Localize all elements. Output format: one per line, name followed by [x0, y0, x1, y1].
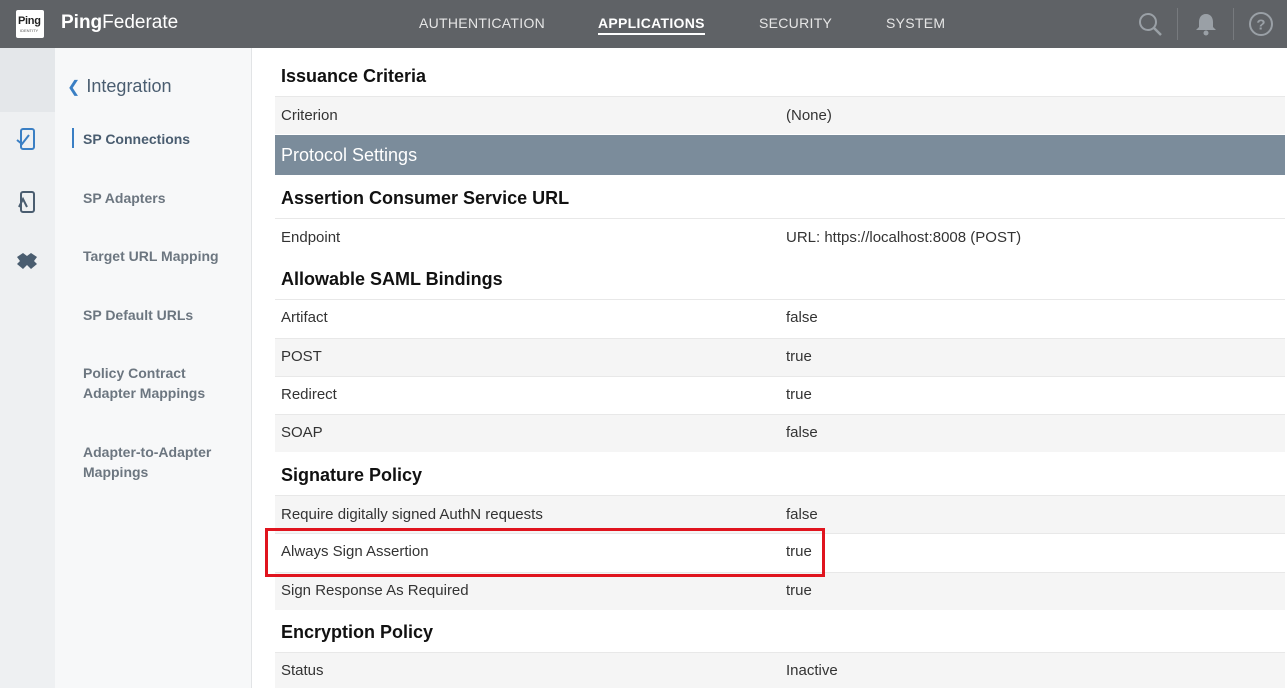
- row-key: Criterion: [281, 107, 338, 124]
- app-title: PingFederate: [61, 12, 178, 34]
- section-title-issuance-criteria: Issuance Criteria: [281, 66, 427, 86]
- row-value: URL: https://localhost:8008 (POST): [786, 229, 1022, 246]
- row-value: false: [786, 424, 818, 441]
- row-value: true: [786, 582, 812, 599]
- chevron-left-icon: ❮: [67, 79, 81, 96]
- table-row: SOAP false: [275, 414, 1285, 452]
- back-label: Integration: [86, 76, 172, 96]
- subnav-adapter-to-adapter-mappings[interactable]: Adapter-to-Adapter Mappings: [83, 442, 233, 482]
- integration-icon[interactable]: [14, 248, 40, 274]
- row-value: true: [786, 348, 812, 365]
- row-key: Require digitally signed AuthN requests: [281, 506, 543, 523]
- row-key: POST: [281, 348, 322, 365]
- highlight-box: [265, 528, 825, 577]
- row-key: Sign Response As Required: [281, 582, 469, 599]
- subnav-sp-connections[interactable]: SP Connections: [83, 129, 190, 149]
- table-row: POST true: [275, 338, 1285, 376]
- row-value: (None): [786, 107, 832, 124]
- applications-icon[interactable]: [14, 126, 40, 152]
- logo-text: Ping: [18, 15, 41, 27]
- row-key: Endpoint: [281, 229, 341, 246]
- subnav-target-url-mapping[interactable]: Target URL Mapping: [83, 246, 219, 266]
- section-header-protocol-settings: Protocol Settings: [275, 135, 1285, 175]
- back-to-integration[interactable]: ❮ Integration: [67, 76, 171, 97]
- table-row: Endpoint URL: https://localhost:8008 (PO…: [275, 218, 1285, 256]
- active-indicator: [72, 128, 74, 148]
- subnav-sp-adapters[interactable]: SP Adapters: [83, 188, 165, 208]
- bell-icon[interactable]: [1192, 10, 1220, 38]
- section-title-signature-policy: Signature Policy: [281, 465, 423, 485]
- topbar-divider: [1233, 8, 1234, 40]
- svg-text:?: ?: [1256, 17, 1265, 34]
- topbar-divider: [1177, 8, 1178, 40]
- row-key: Status: [281, 662, 324, 679]
- section-title-encryption-policy: Encryption Policy: [281, 622, 434, 642]
- table-row: Status Inactive: [275, 652, 1285, 688]
- table-row: Criterion (None): [275, 96, 1285, 134]
- section-title-allowable-saml-bindings: Allowable SAML Bindings: [281, 269, 503, 289]
- logo-subtext: IDENTITY: [20, 28, 39, 33]
- row-key: Redirect: [281, 386, 337, 403]
- nav-authentication[interactable]: AUTHENTICATION: [419, 15, 545, 31]
- connection-summary: Issuance Criteria Criterion (None) Proto…: [275, 48, 1285, 688]
- table-row: Sign Response As Required true: [275, 572, 1285, 610]
- subnav-policy-contract-adapter-mappings[interactable]: Policy Contract Adapter Mappings: [83, 363, 233, 403]
- row-value: false: [786, 506, 818, 523]
- rail-header: [0, 48, 55, 112]
- app-title-rest: Federate: [102, 12, 179, 33]
- nav-security[interactable]: SECURITY: [759, 15, 832, 31]
- ping-logo[interactable]: Ping IDENTITY: [16, 10, 44, 38]
- nav-system[interactable]: SYSTEM: [886, 15, 945, 31]
- search-icon[interactable]: [1136, 10, 1164, 38]
- table-row: Artifact false: [275, 299, 1285, 337]
- row-key: SOAP: [281, 424, 323, 441]
- help-icon[interactable]: ?: [1247, 10, 1275, 38]
- sub-navigation: ❮ Integration SP Connections SP Adapters …: [55, 48, 252, 688]
- row-value: true: [786, 386, 812, 403]
- table-row: Redirect true: [275, 376, 1285, 414]
- top-bar: Ping IDENTITY PingFederate AUTHENTICATIO…: [0, 0, 1287, 48]
- row-key: Artifact: [281, 309, 328, 326]
- row-value: false: [786, 309, 818, 326]
- row-value: Inactive: [786, 662, 838, 679]
- nav-applications[interactable]: APPLICATIONS: [598, 15, 705, 35]
- sp-connections-icon[interactable]: [14, 189, 40, 215]
- icon-rail: [0, 48, 55, 688]
- app-title-bold: Ping: [61, 12, 103, 33]
- subnav-sp-default-urls[interactable]: SP Default URLs: [83, 305, 193, 325]
- section-title-acs-url: Assertion Consumer Service URL: [281, 188, 570, 208]
